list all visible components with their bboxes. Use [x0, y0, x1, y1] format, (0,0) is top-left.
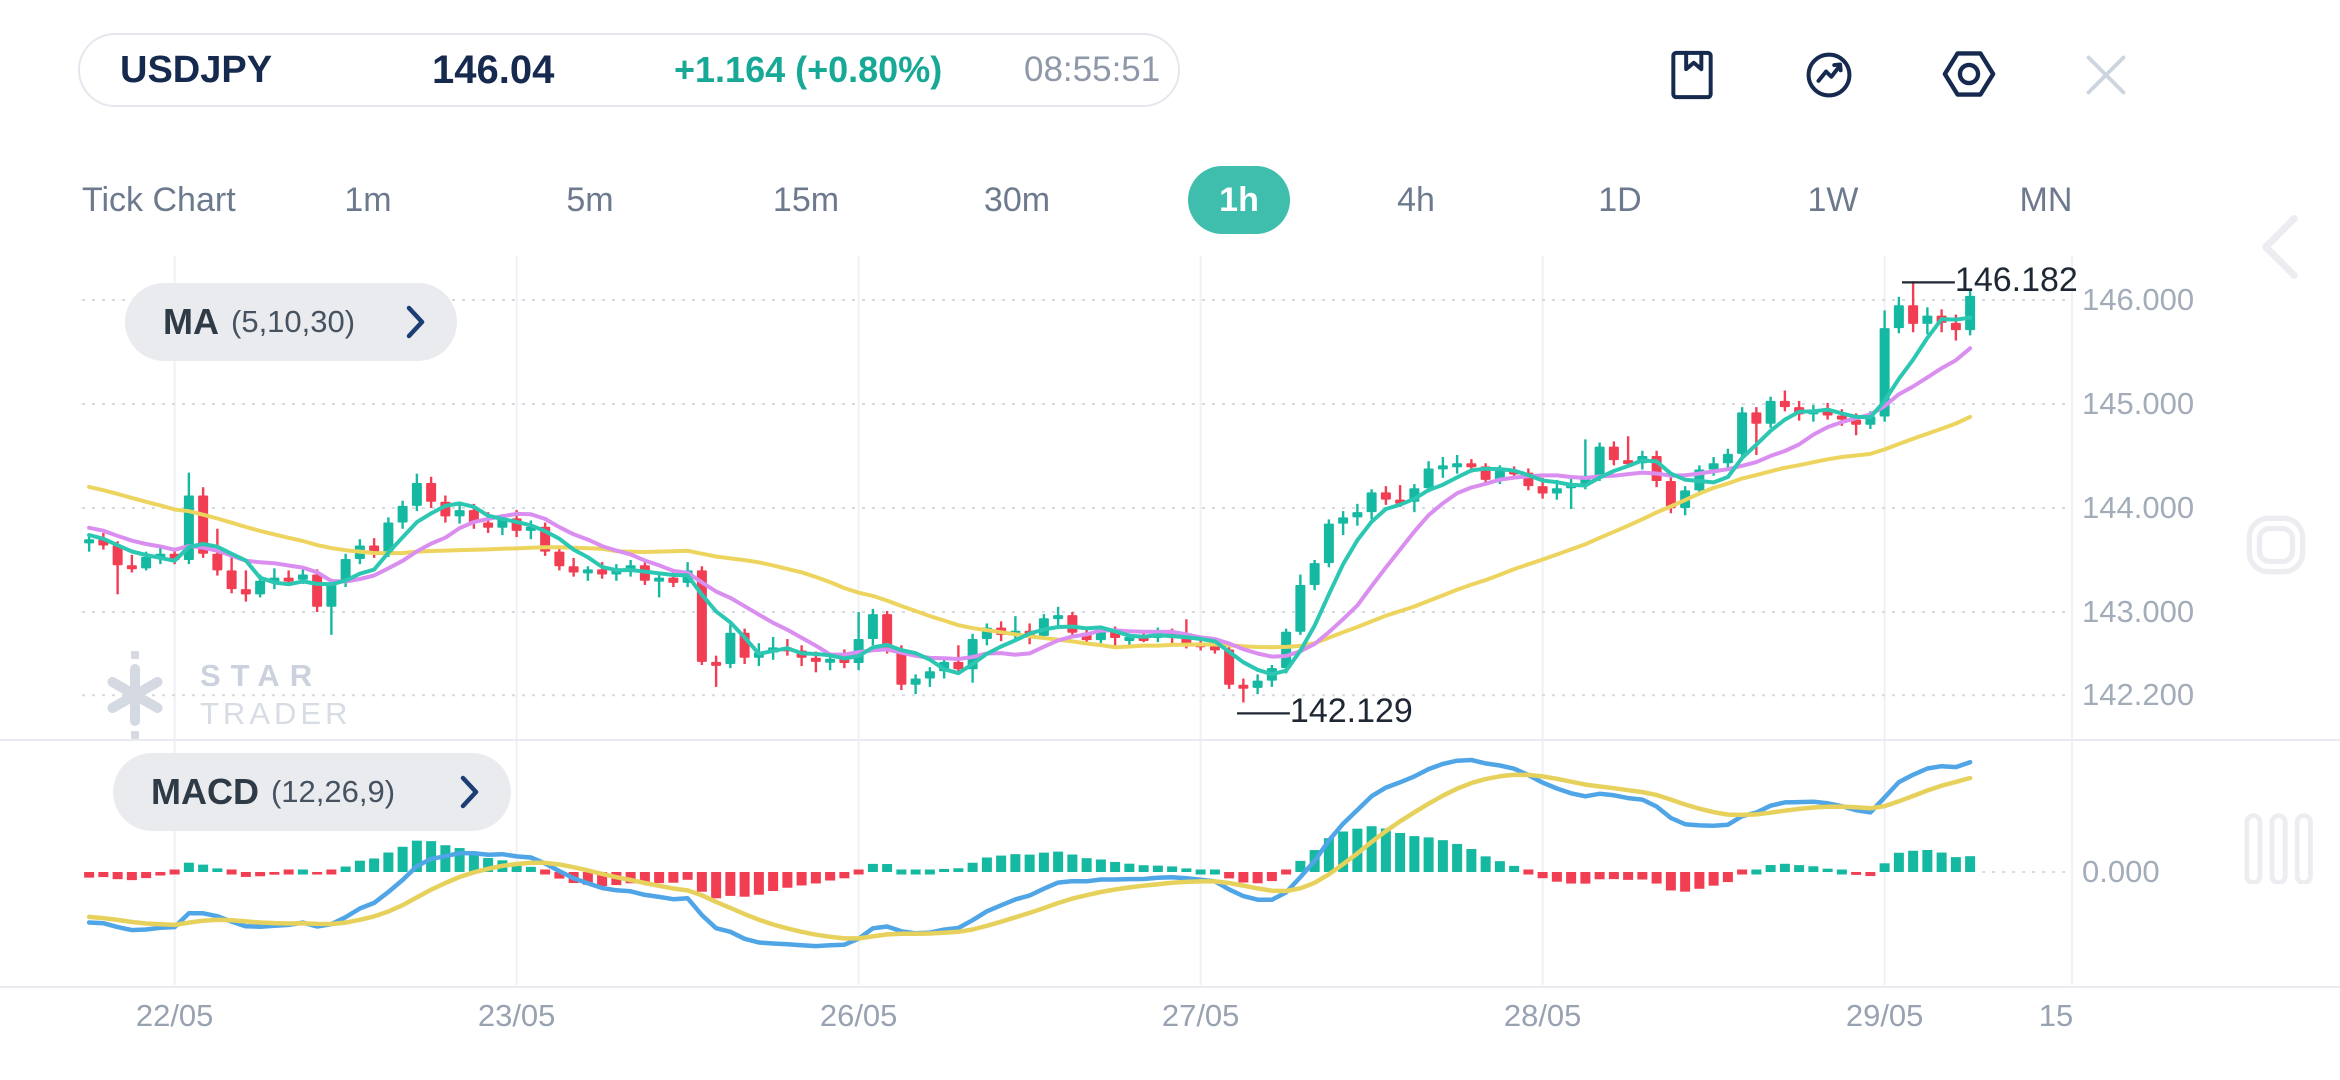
date-axis-label: 22/05 [136, 998, 214, 1034]
trading-app-screen: { "header": { "symbol": "USDJPY", "price… [0, 0, 2340, 1080]
date-axis-label: 26/05 [820, 998, 898, 1034]
ma-label: MA [163, 301, 219, 343]
bookmark-icon[interactable] [1664, 47, 1720, 103]
close-icon[interactable] [2078, 47, 2134, 103]
price-axis-label: 142.200 [2082, 677, 2194, 713]
tab-mn[interactable]: MN [2020, 166, 2073, 234]
trend-circle-icon[interactable] [1801, 47, 1857, 103]
tab-tick-chart[interactable]: Tick Chart [82, 166, 236, 234]
high-price-annotation: —–146.182 [1902, 261, 2078, 300]
screenshot-square-icon[interactable] [2243, 512, 2309, 578]
tab-4h[interactable]: 4h [1397, 166, 1435, 234]
brand-watermark: STAR TRADER [92, 650, 351, 740]
low-price-annotation: —–142.129 [1237, 692, 1413, 731]
tab-30m[interactable]: 30m [984, 166, 1050, 234]
price-axis-label: 143.000 [2082, 594, 2194, 630]
symbol-header-pill[interactable]: USDJPY 146.04 +1.164 (+0.80%) 08:55:51 [78, 33, 1180, 107]
star-logo-icon [92, 650, 178, 740]
price-macd-chart[interactable] [0, 0, 2340, 1080]
macd-indicator-pill[interactable]: MACD (12,26,9) [113, 753, 511, 831]
symbol-name: USDJPY [120, 35, 272, 105]
price-axis-label: 144.000 [2082, 490, 2194, 526]
collapse-panel-chevron-icon[interactable] [2248, 210, 2312, 284]
date-axis-label: 23/05 [478, 998, 556, 1034]
price-axis-label: 146.000 [2082, 282, 2194, 318]
date-axis-label: 28/05 [1504, 998, 1582, 1034]
date-axis-label: 27/05 [1162, 998, 1240, 1034]
macd-label: MACD [151, 771, 259, 813]
price-axis-label: 145.000 [2082, 386, 2194, 422]
tab-1h[interactable]: 1h [1188, 166, 1290, 234]
tab-1d[interactable]: 1D [1598, 166, 1641, 234]
tab-5m[interactable]: 5m [566, 166, 613, 234]
server-time: 08:55:51 [1024, 35, 1160, 105]
macd-params: (12,26,9) [271, 774, 395, 810]
drawer-bars-icon[interactable] [2242, 812, 2314, 884]
chevron-right-icon [459, 775, 481, 809]
date-axis-label-edge: 15 [2039, 998, 2073, 1034]
watermark-line2: TRADER [200, 696, 351, 732]
chevron-right-icon [405, 305, 427, 339]
tab-1w[interactable]: 1W [1808, 166, 1859, 234]
tab-15m[interactable]: 15m [773, 166, 839, 234]
macd-zero-label: 0.000 [2082, 854, 2160, 890]
tab-1m[interactable]: 1m [344, 166, 391, 234]
last-price: 146.04 [432, 35, 554, 105]
ma-indicator-pill[interactable]: MA (5,10,30) [125, 283, 457, 361]
price-change: +1.164 (+0.80%) [674, 35, 942, 105]
ma-params: (5,10,30) [231, 304, 355, 340]
settings-hex-icon[interactable] [1940, 45, 1998, 103]
watermark-line1: STAR [200, 658, 351, 694]
date-axis-label: 29/05 [1846, 998, 1924, 1034]
